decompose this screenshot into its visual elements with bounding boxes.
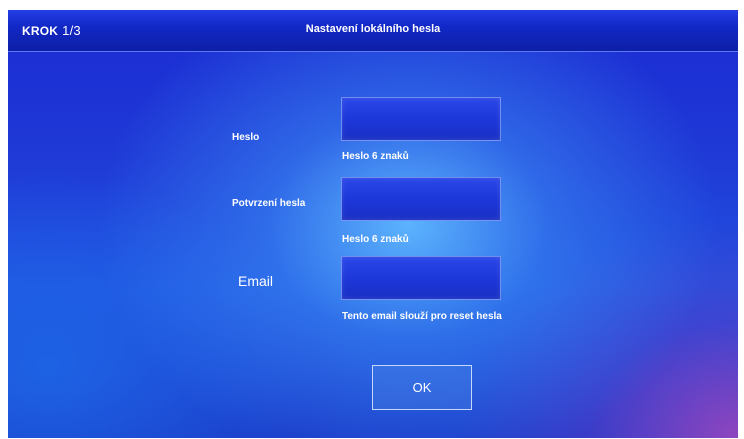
password-field[interactable] bbox=[341, 97, 501, 141]
email-field[interactable] bbox=[341, 256, 501, 300]
title-bar: KROK 1/3 Nastavení lokálního hesla bbox=[8, 10, 738, 52]
page-title: Nastavení lokálního hesla bbox=[305, 23, 441, 35]
ok-button[interactable]: OK bbox=[372, 365, 472, 410]
email-hint: Tento email slouží pro reset hesla bbox=[342, 311, 502, 322]
password-label: Heslo bbox=[232, 132, 260, 143]
confirm-password-label: Potvrzení hesla bbox=[232, 198, 306, 209]
confirm-password-field[interactable] bbox=[341, 177, 501, 221]
confirm-password-hint: Heslo 6 znaků bbox=[342, 234, 409, 245]
email-label: Email bbox=[238, 273, 274, 289]
setup-screen: KROK 1/3 Nastavení lokálního hesla Heslo … bbox=[8, 10, 738, 438]
password-hint: Heslo 6 znaků bbox=[342, 151, 409, 162]
